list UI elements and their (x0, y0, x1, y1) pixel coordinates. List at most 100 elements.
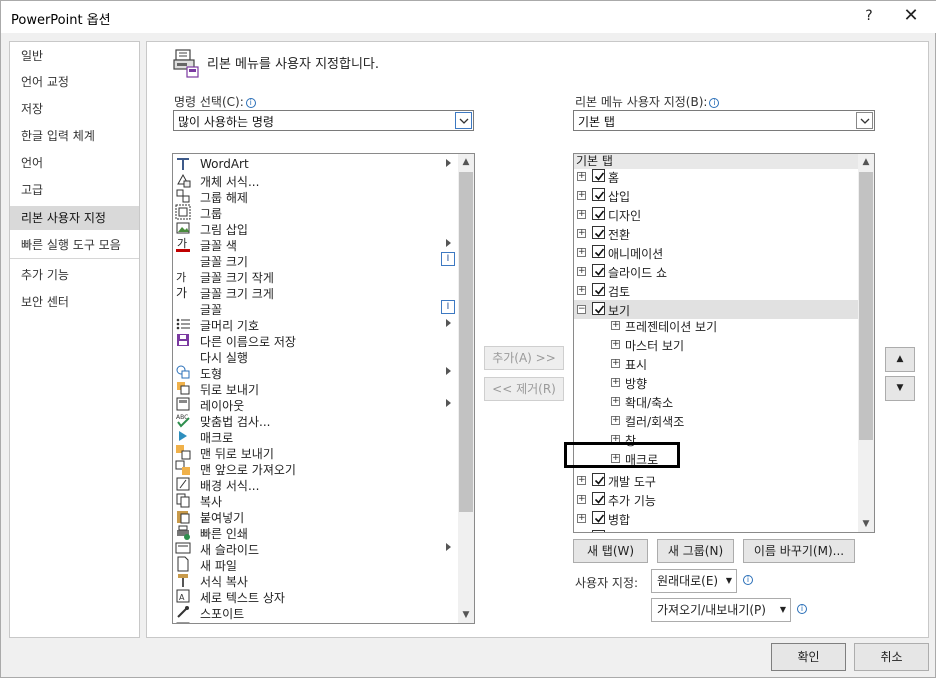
tree-tab-item[interactable]: + 홈 (574, 167, 858, 186)
command-item[interactable]: 글머리 기호 (173, 316, 451, 333)
command-item[interactable]: 뒤로 보내기 (173, 380, 443, 397)
command-item[interactable]: 다른 이름으로 저장 (173, 332, 443, 349)
command-item[interactable]: 배경 서식... (173, 476, 443, 493)
checkbox[interactable] (592, 226, 605, 239)
command-item[interactable]: 새 슬라이드 (173, 540, 451, 557)
move-down-button[interactable]: ▼ (885, 376, 915, 401)
tree-tab-item[interactable]: + 삽입 (574, 186, 858, 205)
command-item[interactable]: 맨 앞으로 가져오기 (173, 460, 443, 477)
command-item[interactable]: 슬라이드 쇼 (173, 620, 443, 623)
collapse-icon[interactable]: − (577, 305, 586, 314)
cancel-button[interactable]: 취소 (854, 643, 929, 671)
tree-group-item[interactable]: + 확대/축소 (574, 392, 858, 411)
scroll-thumb[interactable] (859, 172, 873, 440)
ribbon-tree[interactable]: 기본 탭 + 홈 + 삽입 + 디자인 + 전환 + 애니메이션 + 슬라이드 쇼 + 검토 − 보기 + 프레젠테… (573, 153, 875, 533)
commands-scrollbar[interactable]: ▲ ▼ (458, 154, 474, 623)
command-item[interactable]: 빠른 인쇄 (173, 524, 443, 541)
tree-scrollbar[interactable]: ▲ ▼ (858, 154, 874, 532)
tree-group-item[interactable]: + 마스터 보기 (574, 335, 858, 354)
command-item[interactable]: 가 글꼴 크기 크게 (173, 284, 443, 301)
checkbox[interactable] (592, 302, 605, 315)
expand-icon[interactable]: + (577, 248, 586, 257)
tree-tab-item[interactable]: + 검토 (574, 281, 858, 300)
checkbox[interactable] (592, 283, 605, 296)
tree-tab-item[interactable]: + 슬라이드 쇼 (574, 262, 858, 281)
tree-group-item[interactable]: + 방향 (574, 373, 858, 392)
expand-icon[interactable]: + (577, 495, 586, 504)
command-item[interactable]: 그림 삽입 (173, 220, 443, 237)
expand-icon[interactable]: + (577, 172, 586, 181)
nav-item[interactable]: 저장 (10, 97, 139, 121)
nav-item[interactable]: 한글 입력 체계 (10, 124, 139, 148)
tree-group-item[interactable]: + 컬러/회색조 (574, 411, 858, 430)
tree-tab-item[interactable]: +회색조 (574, 528, 858, 532)
nav-item[interactable]: 보안 센터 (10, 290, 139, 314)
command-item[interactable]: 붙여넣기 (173, 508, 443, 525)
expand-icon[interactable]: + (577, 476, 586, 485)
expand-icon[interactable]: + (577, 210, 586, 219)
command-item[interactable]: 개체 서식... (173, 172, 443, 189)
checkbox[interactable] (592, 264, 605, 277)
expand-icon[interactable]: + (611, 397, 620, 406)
checkbox[interactable] (592, 511, 605, 524)
command-item[interactable]: 맨 뒤로 보내기 (173, 444, 443, 461)
command-item[interactable]: 복사 (173, 492, 443, 509)
nav-item[interactable]: 빠른 실행 도구 모음 (10, 233, 139, 257)
command-item[interactable]: WordArt (173, 156, 451, 172)
checkbox[interactable] (592, 473, 605, 486)
expand-icon[interactable]: + (577, 191, 586, 200)
remove-button[interactable]: << 제거(R) (484, 377, 564, 401)
tree-group-item[interactable]: + 프레젠테이션 보기 (574, 316, 858, 335)
tree-tab-item[interactable]: + 전환 (574, 224, 858, 243)
tree-tab-item[interactable]: + 애니메이션 (574, 243, 858, 262)
new-tab-button[interactable]: 새 탭(W) (573, 539, 648, 563)
command-item[interactable]: 그룹 해제 (173, 188, 443, 205)
command-item[interactable]: 글꼴 크기 I (173, 252, 455, 269)
nav-item[interactable]: 추가 기능 (10, 263, 139, 287)
scroll-thumb[interactable] (459, 172, 473, 512)
expand-icon[interactable]: + (577, 229, 586, 238)
move-up-button[interactable]: ▲ (885, 347, 915, 372)
nav-item[interactable]: 일반 (10, 44, 139, 68)
command-item[interactable]: 서식 복사 (173, 572, 443, 589)
nav-item[interactable]: 고급 (10, 178, 139, 202)
command-item[interactable]: 가 글꼴 크기 작게 (173, 268, 443, 285)
command-item[interactable]: 그룹 (173, 204, 443, 221)
checkbox[interactable] (592, 188, 605, 201)
expand-icon[interactable]: + (611, 321, 620, 330)
expand-icon[interactable]: + (611, 359, 620, 368)
scroll-down-arrow-icon[interactable]: ▼ (458, 607, 474, 623)
scroll-up-arrow-icon[interactable]: ▲ (458, 154, 474, 170)
reset-dropdown[interactable]: 원래대로(E) ▼ (651, 569, 737, 593)
tree-tab-item[interactable]: + 디자인 (574, 205, 858, 224)
command-item[interactable]: 스포이트 (173, 604, 443, 621)
ok-button[interactable]: 확인 (771, 643, 846, 671)
expand-icon[interactable]: + (611, 340, 620, 349)
command-item[interactable]: ABC 맞춤법 검사... (173, 412, 443, 429)
expand-icon[interactable]: + (611, 378, 620, 387)
command-item[interactable]: 글꼴 I (173, 300, 455, 317)
tree-tab-item[interactable]: + 병합 (574, 509, 858, 528)
checkbox[interactable] (592, 169, 605, 182)
checkbox[interactable] (592, 530, 605, 532)
close-button[interactable]: ✕ (896, 5, 926, 27)
chevron-down-icon[interactable] (455, 112, 472, 129)
help-button[interactable]: ? (858, 5, 880, 27)
checkbox[interactable] (592, 207, 605, 220)
nav-item[interactable]: 리본 사용자 지정 (10, 206, 139, 230)
chevron-down-icon[interactable] (856, 112, 873, 129)
command-item[interactable]: 도형 (173, 364, 451, 381)
nav-item[interactable]: 언어 교정 (10, 70, 139, 94)
nav-item[interactable]: 언어 (10, 151, 139, 175)
command-item[interactable]: 매크로 (173, 428, 443, 445)
command-item[interactable]: 레이아웃 (173, 396, 451, 413)
expand-icon[interactable]: + (611, 416, 620, 425)
scroll-up-arrow-icon[interactable]: ▲ (858, 154, 874, 170)
command-item[interactable]: A 세로 텍스트 상자 (173, 588, 443, 605)
choose-commands-combo[interactable]: 많이 사용하는 명령 (173, 110, 474, 131)
tree-tab-item[interactable]: + 추가 기능 (574, 490, 858, 509)
command-item[interactable]: 새 파일 (173, 556, 443, 573)
checkbox[interactable] (592, 492, 605, 505)
import-export-dropdown[interactable]: 가져오기/내보내기(P) ▼ (651, 598, 791, 622)
command-item[interactable]: 가 글꼴 색 (173, 236, 451, 253)
